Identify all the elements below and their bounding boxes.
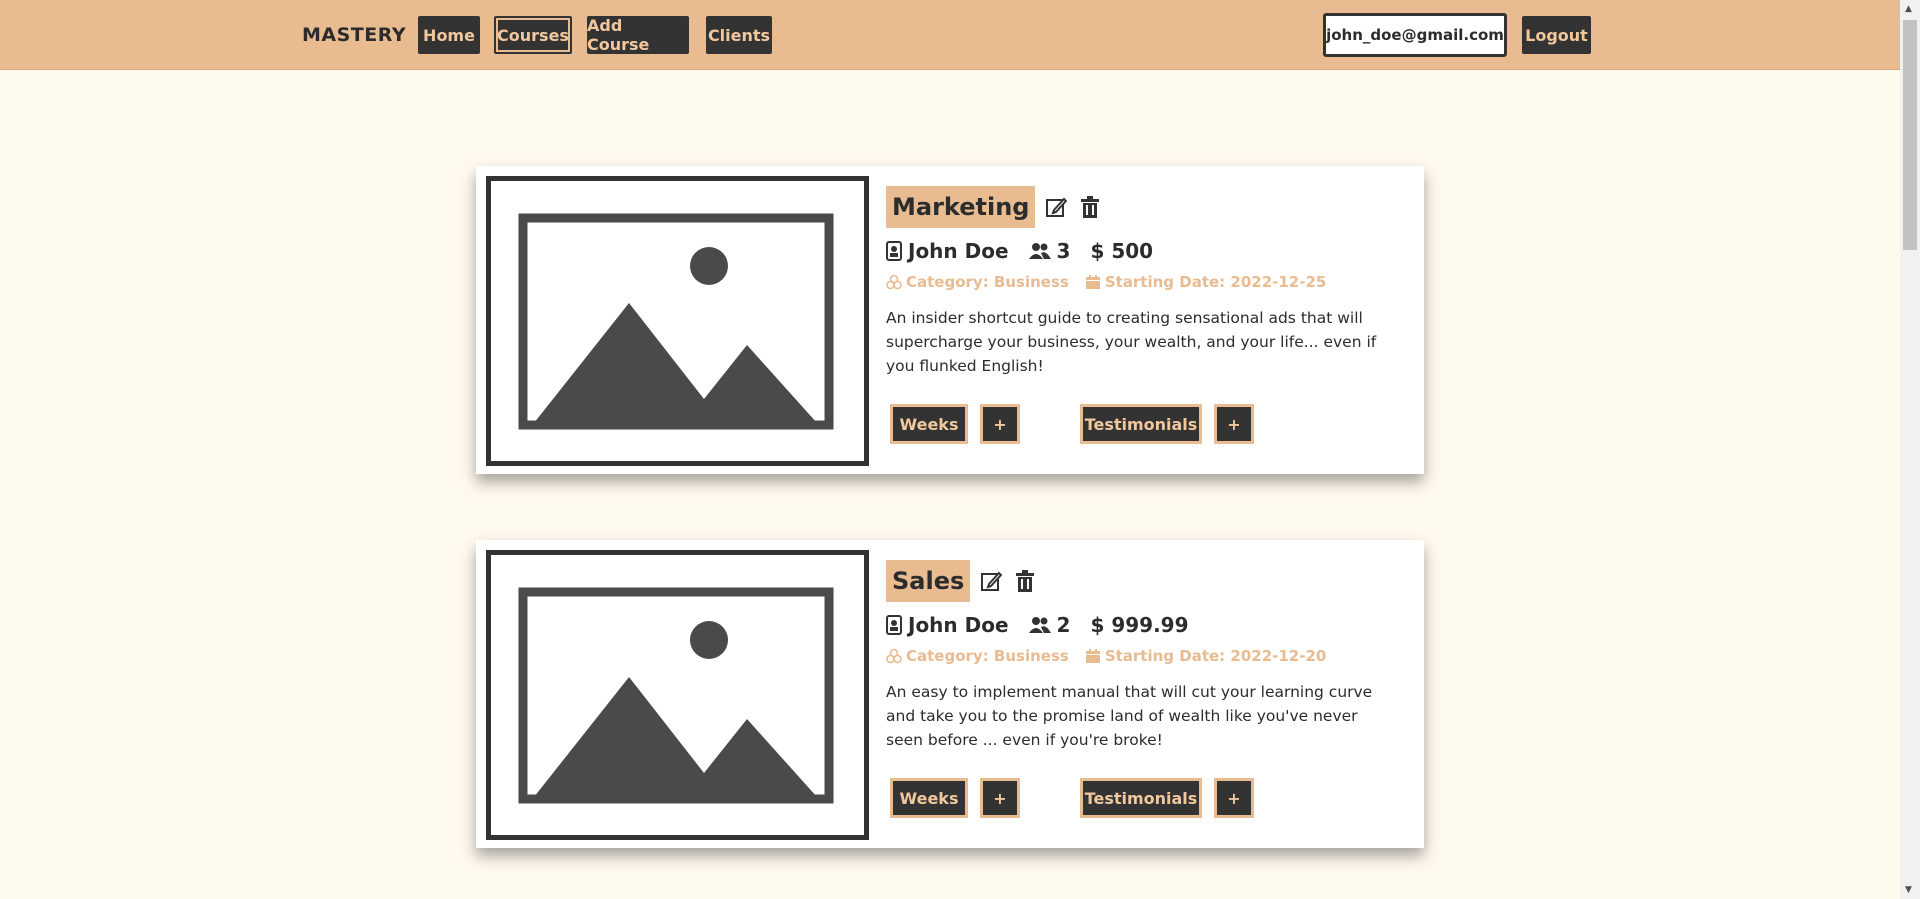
edit-icon[interactable] <box>978 568 1004 594</box>
add-week-button[interactable]: + <box>980 778 1020 818</box>
course-instructor: John Doe <box>908 613 1009 637</box>
weeks-button[interactable]: Weeks <box>890 404 968 444</box>
edit-icon[interactable] <box>1043 194 1069 220</box>
logout-button[interactable]: Logout <box>1522 16 1591 54</box>
nav-add-course-button[interactable]: Add Course <box>587 16 689 54</box>
course-image-placeholder <box>486 550 869 840</box>
add-testimonial-button[interactable]: + <box>1214 778 1254 818</box>
testimonials-button[interactable]: Testimonials <box>1080 778 1202 818</box>
trash-icon[interactable] <box>1077 194 1103 220</box>
calendar-icon <box>1085 275 1100 289</box>
course-category: Category: Business <box>906 273 1069 291</box>
instructor-badge-icon <box>886 241 902 261</box>
category-icon <box>886 274 902 290</box>
image-placeholder-icon <box>518 587 834 804</box>
nav-home-button[interactable]: Home <box>418 16 480 54</box>
course-price: $ 999.99 <box>1090 613 1189 637</box>
course-start-date: Starting Date: 2022-12-20 <box>1104 647 1327 665</box>
course-category: Category: Business <box>906 647 1069 665</box>
course-image-placeholder <box>486 176 869 466</box>
course-card: Sales John Doe 2 $ 999.99 Category: Busi… <box>476 540 1424 848</box>
course-students-count: 2 <box>1056 613 1071 637</box>
course-price: $ 500 <box>1090 239 1154 263</box>
course-description: An insider shortcut guide to creating se… <box>886 309 1377 375</box>
students-icon <box>1028 617 1051 633</box>
weeks-button[interactable]: Weeks <box>890 778 968 818</box>
testimonials-button[interactable]: Testimonials <box>1080 404 1202 444</box>
category-icon <box>886 648 902 664</box>
nav-clients-button[interactable]: Clients <box>706 16 772 54</box>
calendar-icon <box>1085 649 1100 663</box>
course-instructor: John Doe <box>908 239 1009 263</box>
nav-courses-button[interactable]: Courses <box>494 16 572 54</box>
trash-icon[interactable] <box>1012 568 1038 594</box>
add-testimonial-button[interactable]: + <box>1214 404 1254 444</box>
course-start-date: Starting Date: 2022-12-25 <box>1104 273 1327 291</box>
scrollbar-thumb[interactable] <box>1903 20 1917 250</box>
scroll-down-icon[interactable]: ▼ <box>1905 885 1912 895</box>
add-week-button[interactable]: + <box>980 404 1020 444</box>
course-title: Sales <box>886 560 971 602</box>
students-icon <box>1028 243 1051 259</box>
brand-logo[interactable]: MASTERY <box>302 24 406 46</box>
vertical-scrollbar[interactable]: ▲ ▼ <box>1900 0 1920 899</box>
course-description: An easy to implement manual that will cu… <box>886 683 1373 749</box>
course-students-count: 3 <box>1056 239 1071 263</box>
course-card: Marketing John Doe 3 $ 500 Category: Bus… <box>476 166 1424 474</box>
user-email-badge: john_doe@gmail.com <box>1323 13 1507 57</box>
scroll-up-icon[interactable]: ▲ <box>1905 4 1912 14</box>
navbar: MASTERY Home Courses Add Course Clients … <box>0 0 1900 70</box>
instructor-badge-icon <box>886 615 902 635</box>
image-placeholder-icon <box>518 213 834 430</box>
course-title: Marketing <box>886 186 1036 228</box>
